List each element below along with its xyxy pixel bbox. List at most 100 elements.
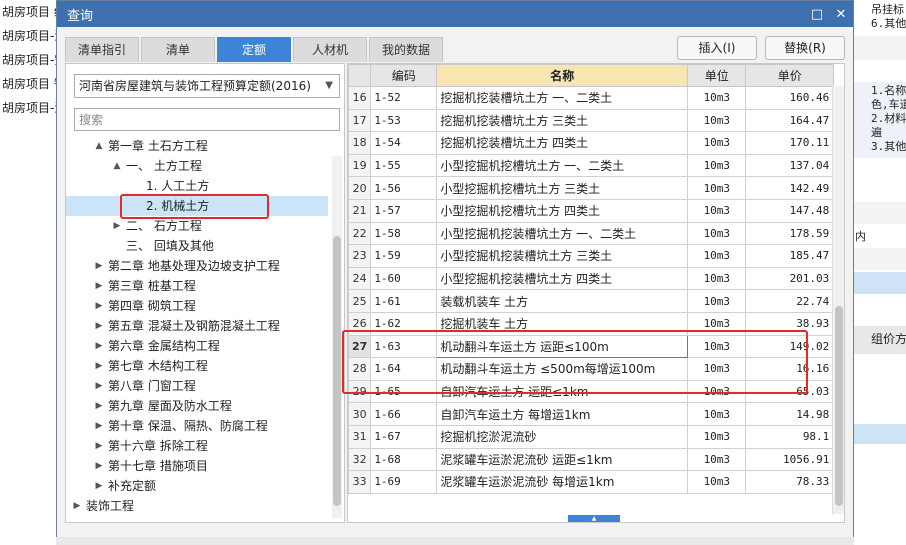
collapsed-triangle-icon[interactable]: ▶: [94, 316, 104, 336]
tree-node[interactable]: 1. 人工土方: [66, 176, 328, 196]
library-select[interactable]: 河南省房屋建筑与装饰工程预算定额(2016) ▼: [74, 74, 340, 98]
replace-button[interactable]: 替换(R): [765, 36, 845, 60]
price-cell: 98.1: [745, 424, 835, 449]
table-row[interactable]: 22 1-58 小型挖掘机挖装槽坑土方 一、二类土 10m3 178.59: [348, 221, 835, 246]
collapsed-triangle-icon[interactable]: ▶: [72, 496, 82, 516]
tree-node[interactable]: ▶ 二、 石方工程: [66, 216, 328, 236]
col-header-unit[interactable]: 单位: [687, 64, 747, 87]
name-cell: 小型挖掘机挖槽坑土方 一、二类土: [436, 153, 689, 178]
table-row[interactable]: 21 1-57 小型挖掘机挖槽坑土方 四类土 10m3 147.48: [348, 198, 835, 223]
table-row[interactable]: 20 1-56 小型挖掘机挖槽坑土方 三类土 10m3 142.49: [348, 176, 835, 200]
table-row[interactable]: 24 1-60 小型挖掘机挖装槽坑土方 四类土 10m3 201.03: [348, 266, 835, 291]
collapsed-triangle-icon[interactable]: ▶: [112, 216, 122, 236]
tree-node[interactable]: ▶ 第九章 屋面及防水工程: [66, 396, 328, 416]
tree-node[interactable]: ▶ 第十七章 措施项目: [66, 456, 328, 476]
unit-cell: 10m3: [687, 86, 747, 110]
code-cell: 1-52: [370, 86, 438, 110]
tree-scrollbar[interactable]: [332, 156, 342, 518]
code-cell: 1-60: [370, 266, 438, 291]
row-number-cell: 30: [348, 402, 372, 426]
bg-project-item: 胡房项目 给: [2, 5, 56, 19]
table-row[interactable]: 30 1-66 自卸汽车运土方 每增运1km 10m3 14.98: [348, 402, 835, 426]
tab-list[interactable]: 清单: [141, 37, 216, 62]
table-row[interactable]: 18 1-54 挖掘机挖装槽坑土方 四类土 10m3 170.11: [348, 131, 835, 155]
table-row[interactable]: 16 1-52 挖掘机挖装槽坑土方 一、二类土 10m3 160.46: [348, 86, 835, 110]
table-row[interactable]: 25 1-61 装载机装车 土方 10m3 22.74: [348, 289, 835, 313]
collapsed-triangle-icon[interactable]: ▶: [94, 416, 104, 436]
table-row[interactable]: 33 1-69 泥浆罐车运淤泥流砂 每增运1km 10m3 78.33: [348, 470, 835, 494]
tree-node[interactable]: ▲ 第一章 土石方工程: [66, 136, 328, 156]
tree-node[interactable]: ▶ 第十章 保温、隔热、防腐工程: [66, 416, 328, 436]
tree-node[interactable]: ▲ 一、 土方工程: [66, 156, 328, 176]
tree-scrollbar-thumb[interactable]: [333, 236, 341, 506]
tree-node[interactable]: ▶ 第二章 地基处理及边坡支护工程: [66, 256, 328, 276]
tab-labor-material-machine[interactable]: 人材机: [293, 37, 368, 62]
collapsed-triangle-icon[interactable]: ▶: [94, 436, 104, 456]
dialog-title: 查询: [67, 8, 94, 24]
price-cell: 22.74: [745, 289, 835, 313]
dialog-titlebar[interactable]: 查询 □ ✕: [57, 1, 853, 27]
quota-table: 编码 名称 单位 单价 16 1-52 挖掘机挖装槽坑土方 一、二类土 10m3 160…: [348, 64, 835, 494]
bg-right-line: 3.其他: [871, 140, 906, 153]
bg-project-item: 胡房项目-空: [2, 53, 56, 67]
tree-node[interactable]: ▶ 第四章 砌筑工程: [66, 296, 328, 316]
restore-icon[interactable]: □: [805, 2, 829, 26]
collapse-handle-icon[interactable]: ▲: [568, 515, 620, 522]
unit-cell: 10m3: [687, 447, 747, 472]
tab-list-guide[interactable]: 清单指引: [65, 37, 140, 62]
table-row[interactable]: 31 1-67 挖掘机挖淤泥流砂 10m3 98.1: [348, 424, 835, 449]
tree-node[interactable]: ▶ 第三章 桩基工程: [66, 276, 328, 296]
expanded-triangle-icon[interactable]: ▲: [112, 156, 122, 176]
tree-node-label: 第十章 保温、隔热、防腐工程: [108, 419, 268, 433]
expanded-triangle-icon[interactable]: ▲: [94, 136, 104, 156]
price-cell: 178.59: [745, 221, 835, 246]
tree-node[interactable]: ▶ 装饰工程: [66, 496, 328, 516]
tree-node[interactable]: 三、 回填及其他: [66, 236, 328, 256]
unit-cell: 10m3: [687, 108, 747, 133]
table-row[interactable]: 19 1-55 小型挖掘机挖槽坑土方 一、二类土 10m3 137.04: [348, 153, 835, 178]
tab-my-data[interactable]: 我的数据: [369, 37, 444, 62]
grid-scrollbar[interactable]: [832, 86, 844, 514]
search-input[interactable]: [74, 108, 340, 131]
tree-node-label: 第五章 混凝土及钢筋混凝土工程: [108, 319, 280, 333]
table-row[interactable]: 23 1-59 小型挖掘机挖装槽坑土方 三类土 10m3 185.47: [348, 244, 835, 268]
unit-cell: 10m3: [687, 424, 747, 449]
grid-scrollbar-thumb[interactable]: [835, 306, 843, 506]
collapsed-triangle-icon[interactable]: ▶: [94, 476, 104, 496]
close-icon[interactable]: ✕: [829, 2, 853, 26]
tree-node-label: 装饰工程: [86, 499, 135, 513]
name-cell: 泥浆罐车运淤泥流砂 每增运1km: [436, 470, 689, 494]
collapsed-triangle-icon[interactable]: ▶: [94, 276, 104, 296]
col-header-code[interactable]: 编码: [370, 64, 438, 87]
collapsed-triangle-icon[interactable]: ▶: [94, 376, 104, 396]
insert-button[interactable]: 插入(I): [677, 36, 757, 60]
collapsed-triangle-icon[interactable]: ▶: [94, 356, 104, 376]
row-number-cell: 25: [348, 289, 372, 313]
tree-node-label: 一、 土方工程: [126, 159, 202, 173]
tab-quota[interactable]: 定额: [217, 37, 292, 62]
row-number-cell: 16: [348, 86, 372, 110]
tree-node[interactable]: ▶ 第十六章 拆除工程: [66, 436, 328, 456]
collapsed-triangle-icon[interactable]: ▶: [94, 296, 104, 316]
collapsed-triangle-icon[interactable]: ▶: [94, 456, 104, 476]
unit-cell: 10m3: [687, 153, 747, 178]
col-header-name[interactable]: 名称: [436, 64, 689, 87]
code-cell: 1-67: [370, 424, 438, 449]
tree-node[interactable]: ▶ 第七章 木结构工程: [66, 356, 328, 376]
collapsed-triangle-icon[interactable]: ▶: [94, 396, 104, 416]
collapsed-triangle-icon[interactable]: ▶: [94, 256, 104, 276]
bg-right-line: 2.材料: [871, 112, 906, 125]
table-row[interactable]: 17 1-53 挖掘机挖装槽坑土方 三类土 10m3 164.47: [348, 108, 835, 133]
tree-node[interactable]: ▶ 补充定额: [66, 476, 328, 496]
col-header-price[interactable]: 单价: [745, 64, 835, 87]
table-row[interactable]: 32 1-68 泥浆罐车运淤泥流砂 运距≤1km 10m3 1056.91: [348, 447, 835, 472]
collapsed-triangle-icon[interactable]: ▶: [94, 336, 104, 356]
price-cell: 164.47: [745, 108, 835, 133]
bg-project-item: 胡房项目-消: [2, 29, 56, 43]
row-number-cell: 31: [348, 424, 372, 449]
query-dialog: 查询 □ ✕ 清单指引 清单 定额 人材机 我的数据 插入(I) 替换(R) 河…: [56, 0, 854, 545]
tree-node[interactable]: ▶ 第八章 门窗工程: [66, 376, 328, 396]
tree-node[interactable]: ▶ 第六章 金属结构工程: [66, 336, 328, 356]
bg-right-row-text: 内: [855, 230, 866, 243]
tree-node[interactable]: ▶ 第五章 混凝土及钢筋混凝土工程: [66, 316, 328, 336]
